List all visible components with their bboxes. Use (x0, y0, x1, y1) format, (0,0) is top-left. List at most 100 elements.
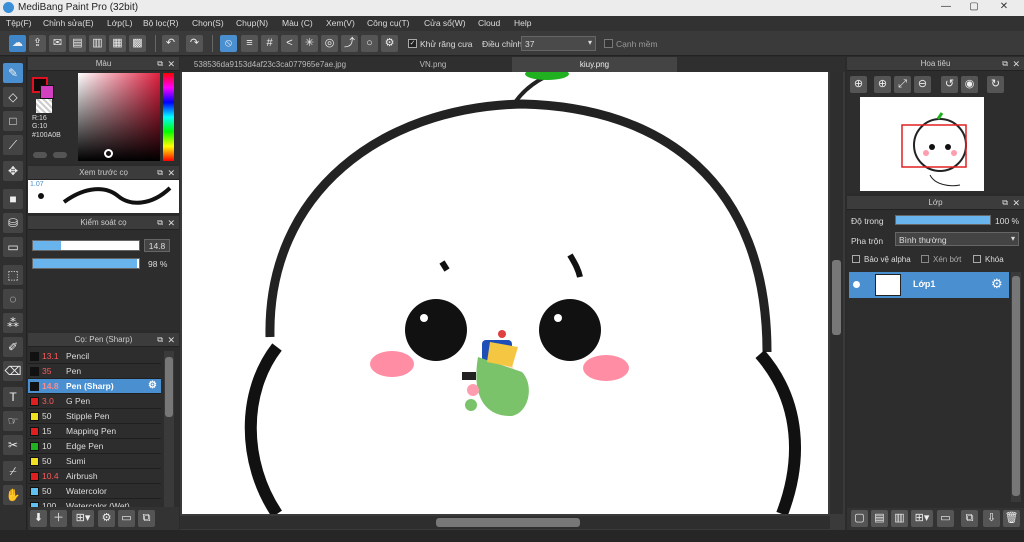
move-tool-icon[interactable]: ✥ (3, 161, 23, 181)
menu-filter[interactable]: Bộ lọc(R) (143, 16, 178, 28)
brush-tool-icon[interactable]: ✎ (3, 63, 23, 83)
cross-snap-icon[interactable]: # (261, 35, 278, 52)
select-pen-tool-icon[interactable]: ✐ (3, 337, 23, 357)
fill-rect-tool-icon[interactable]: ■ (3, 189, 23, 209)
share-icon[interactable]: ⇪ (29, 35, 46, 52)
rotate-reset-icon[interactable]: ◉ (961, 76, 978, 93)
menu-color[interactable]: Màu (C) (282, 16, 313, 28)
brush-item[interactable]: 3.0 G Pen (28, 394, 161, 409)
radial-snap-icon[interactable]: ✳ (301, 35, 318, 52)
gradient-tool-icon[interactable]: ▭ (3, 237, 23, 257)
select-eraser-tool-icon[interactable]: ⌫ (3, 361, 23, 381)
scrollbar-thumb[interactable] (832, 260, 841, 335)
float-icon[interactable]: ⧉ (157, 216, 163, 230)
menu-window[interactable]: Cửa sổ(W) (424, 16, 466, 28)
brush-item[interactable]: 14.8 Pen (Sharp) ⚙ (28, 379, 161, 394)
menu-select[interactable]: Chọn(S) (192, 16, 224, 28)
background-color-swatch[interactable] (40, 85, 54, 99)
layer-settings-icon[interactable]: ⚙ (991, 276, 1003, 292)
close-icon[interactable]: ✕ (167, 166, 175, 180)
brush-item[interactable]: 15 Mapping Pen (28, 424, 161, 439)
eyedropper-tool-icon[interactable]: ⌿ (3, 461, 23, 481)
delete-layer-icon[interactable]: 🗑 (1003, 510, 1020, 527)
magic-wand-tool-icon[interactable]: ⁂ (3, 313, 23, 333)
adjust-select[interactable]: 37 ▾ (521, 36, 596, 51)
add-brush-icon[interactable]: ＋ (50, 510, 67, 527)
rectangle-tool-icon[interactable]: □ (3, 111, 23, 131)
brush-size-slider[interactable] (32, 240, 140, 251)
layer-opacity-slider[interactable] (895, 215, 991, 225)
tab-image-2[interactable]: VN.png (358, 57, 508, 72)
color-swap-button[interactable] (53, 152, 67, 158)
lock-checkbox[interactable] (973, 255, 981, 263)
brush-item[interactable]: 10 Edge Pen (28, 439, 161, 454)
circle-snap-icon[interactable]: ◎ (321, 35, 338, 52)
menu-view[interactable]: Xem(V) (326, 16, 355, 28)
tab-image-1[interactable]: 538536da9153d4af23c3ca077965e7ae.jpg (180, 57, 360, 72)
merge-layer-icon[interactable]: ⇩ (983, 510, 1000, 527)
close-icon[interactable]: ✕ (167, 216, 175, 230)
antialias-checkbox[interactable]: ✓ (408, 39, 417, 48)
brush-item[interactable]: 100 Watercolor (Wet) (28, 499, 161, 507)
menu-layer[interactable]: Lớp(L) (107, 16, 132, 28)
menu-help[interactable]: Help (514, 16, 531, 28)
brush-item[interactable]: 50 Sumi (28, 454, 161, 469)
parallel-snap-icon[interactable]: ≡ (241, 35, 258, 52)
zoom-out-icon[interactable]: ⊖ (914, 76, 931, 93)
close-button[interactable]: ✕ (992, 0, 1016, 14)
close-icon[interactable]: ✕ (1012, 196, 1020, 210)
cloud-icon[interactable]: ☁ (9, 35, 26, 52)
close-icon[interactable]: ✕ (167, 333, 175, 347)
canvas-viewport[interactable] (180, 72, 845, 530)
add-layer-menu-icon[interactable]: ⊞▾ (911, 510, 933, 527)
scrollbar-thumb[interactable] (436, 518, 580, 527)
brush-item[interactable]: 13.1 Pencil (28, 349, 161, 364)
menu-tools[interactable]: Công cụ(T) (367, 16, 410, 28)
redo-icon[interactable]: ↷ (186, 35, 203, 52)
duplicate-layer-icon[interactable]: ⧉ (961, 510, 978, 527)
grid-icon[interactable]: ▩ (129, 35, 146, 52)
drawing-canvas[interactable] (182, 72, 828, 514)
cloud-download-icon[interactable]: ⬇ (30, 510, 47, 527)
folder-icon[interactable]: ▭ (937, 510, 954, 527)
fit-window-icon[interactable]: ⤢ (894, 76, 911, 93)
menu-file[interactable]: Tệp(F) (6, 16, 32, 28)
maximize-button[interactable]: ▢ (962, 0, 986, 14)
minimize-button[interactable]: — (934, 0, 958, 14)
float-icon[interactable]: ⧉ (1002, 57, 1008, 71)
select-rect-tool-icon[interactable]: ⬚ (3, 265, 23, 285)
canvas-horizontal-scrollbar[interactable] (180, 516, 830, 529)
close-icon[interactable]: ✕ (167, 57, 175, 71)
tab-image-3[interactable]: kiuy.png (512, 57, 677, 72)
canvas-vertical-scrollbar[interactable] (830, 72, 843, 514)
page-icon[interactable]: ▦ (109, 35, 126, 52)
new-halftone-layer-icon[interactable]: ▤ (871, 510, 888, 527)
brush-list-scrollbar[interactable] (164, 351, 174, 507)
brush-settings-icon[interactable]: ⚙ (148, 380, 157, 391)
line-tool-icon[interactable]: ⟋ (3, 135, 23, 155)
document-icon[interactable]: ▥ (89, 35, 106, 52)
new-1bit-layer-icon[interactable]: ▥ (891, 510, 908, 527)
undo-icon[interactable]: ↶ (162, 35, 179, 52)
brush-size-value[interactable]: 14.8 (144, 239, 170, 252)
float-icon[interactable]: ⧉ (157, 333, 163, 347)
eraser-tool-icon[interactable]: ◇ (3, 87, 23, 107)
lasso-tool-icon[interactable]: ◌ (3, 289, 23, 309)
blend-mode-select[interactable]: Bình thường ▾ (895, 232, 1019, 246)
text-tool-icon[interactable]: T (3, 387, 23, 407)
soft-edge-checkbox[interactable] (604, 39, 613, 48)
brush-item[interactable]: 50 Stipple Pen (28, 409, 161, 424)
snap-settings-icon[interactable]: ⚙ (381, 35, 398, 52)
close-icon[interactable]: ✕ (1012, 57, 1020, 71)
protect-alpha-checkbox[interactable] (852, 255, 860, 263)
rotate-right-icon[interactable]: ↻ (987, 76, 1004, 93)
menu-cloud[interactable]: Cloud (478, 16, 500, 28)
add-brush-menu-icon[interactable]: ⊞▾ (72, 510, 94, 527)
rotate-left-icon[interactable]: ↺ (941, 76, 958, 93)
new-layer-icon[interactable]: ▢ (851, 510, 868, 527)
saturation-value-picker[interactable] (78, 73, 160, 161)
curve-snap-icon[interactable]: ⤴ (341, 35, 358, 52)
menu-edit[interactable]: Chỉnh sửa(E) (43, 16, 94, 28)
transparent-color-swatch[interactable] (36, 99, 52, 113)
float-icon[interactable]: ⧉ (1002, 196, 1008, 210)
